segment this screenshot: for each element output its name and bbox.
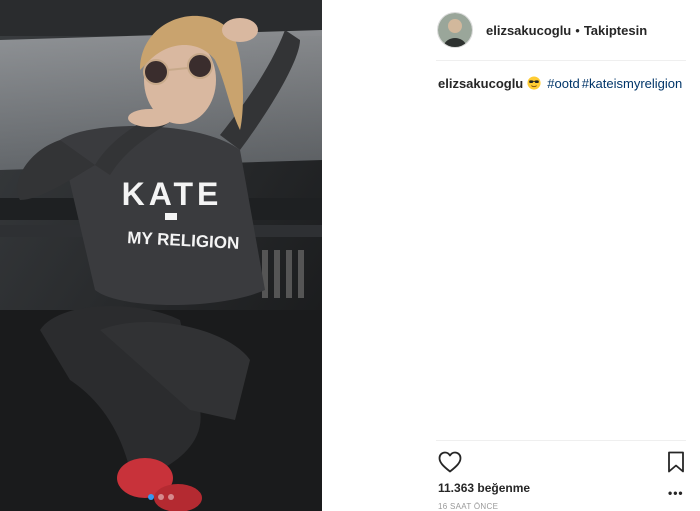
bookmark-icon[interactable] (667, 451, 685, 473)
carousel-dot-1 (148, 494, 154, 500)
caption-username[interactable]: elizsakucoglu (438, 76, 523, 91)
avatar[interactable] (437, 12, 473, 48)
hashtag-kateismyreligion[interactable]: #kateismyreligion (582, 76, 682, 91)
actions-divider (436, 440, 686, 441)
header-divider (436, 60, 686, 61)
sunglasses-emoji-icon (527, 76, 541, 90)
post-header: elizsakucoglu • Takiptesin (437, 12, 647, 48)
post-photo[interactable]: KATE MY RELIGION (0, 0, 322, 511)
post-side-panel: elizsakucoglu • Takiptesin elizsakucoglu… (322, 0, 700, 511)
hashtag-ootd[interactable]: #ootd (547, 76, 580, 91)
post-timestamp: 16 SAAT ÖNCE (438, 502, 499, 511)
post-username[interactable]: elizsakucoglu (486, 23, 571, 38)
header-separator: • (575, 22, 580, 38)
post-actions (438, 451, 685, 475)
shirt-equals-mark (165, 213, 177, 220)
likes-count[interactable]: 11.363 beğenme (438, 481, 530, 495)
follow-status[interactable]: Takiptesin (584, 23, 647, 38)
shirt-text-line1: KATE (122, 176, 223, 212)
photo-illustration: KATE MY RELIGION (0, 0, 322, 511)
heart-icon[interactable] (438, 451, 462, 473)
post-caption: elizsakucoglu #ootd #kateismyreligion (438, 76, 682, 91)
carousel-indicator (148, 494, 174, 500)
carousel-dot-3 (168, 494, 174, 500)
carousel-dot-2 (158, 494, 164, 500)
more-options-button[interactable]: ••• (668, 486, 684, 500)
